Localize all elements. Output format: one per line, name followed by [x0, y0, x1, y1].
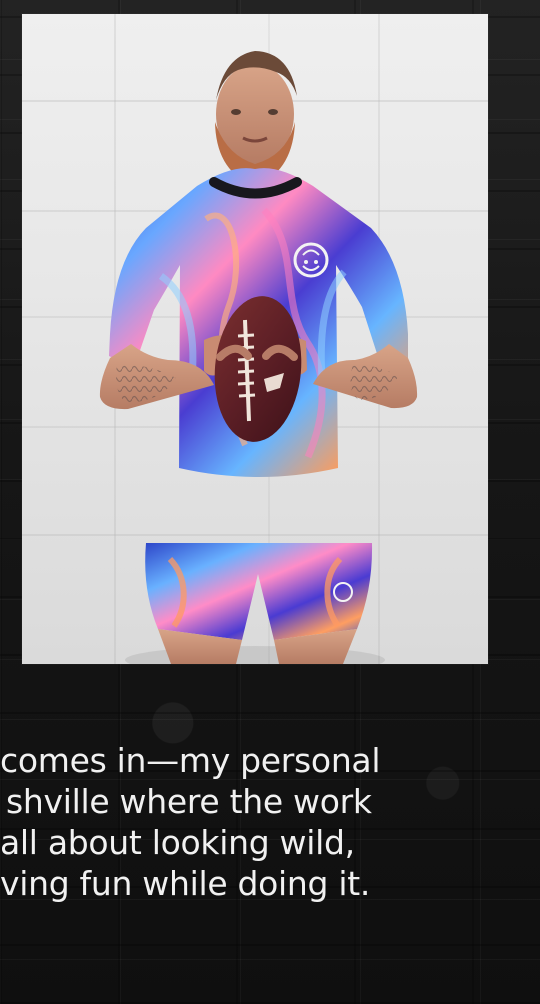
caption-line-4: ving fun while doing it.: [0, 864, 371, 903]
caption-line-3: all about looking wild,: [0, 823, 355, 862]
caption-section: comes in—my personal shville where the w…: [0, 740, 540, 910]
hero-photo: [22, 14, 488, 664]
page: comes in—my personal shville where the w…: [0, 0, 540, 1004]
caption-line-1: comes in—my personal: [0, 741, 381, 780]
caption-line-2: shville where the work: [6, 782, 372, 821]
caption-text: comes in—my personal shville where the w…: [0, 740, 426, 904]
football-player-illustration: [99, 51, 418, 664]
